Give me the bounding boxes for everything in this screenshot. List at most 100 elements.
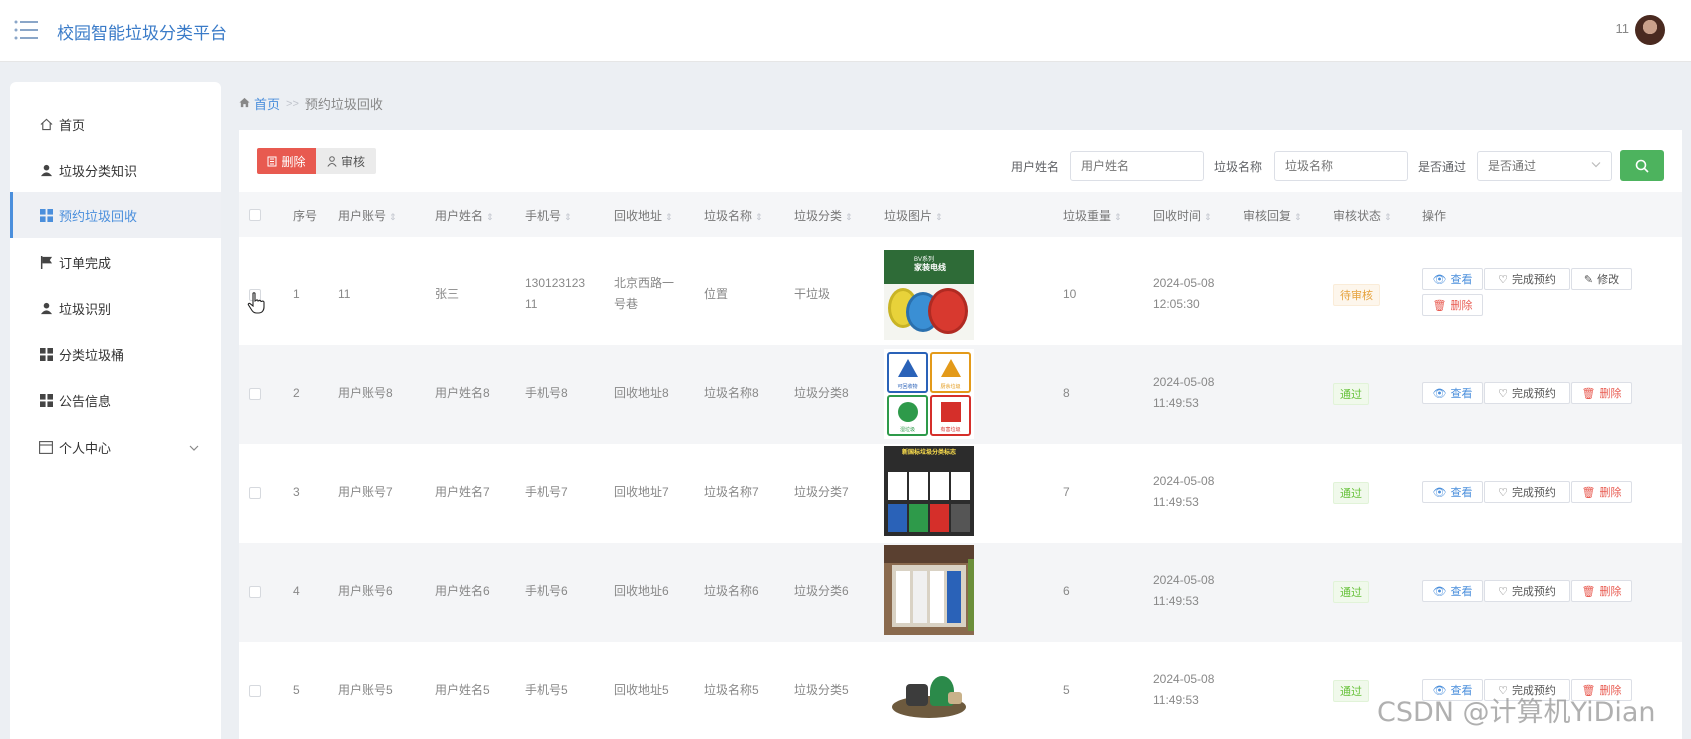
cell-address: 北京西路一 bbox=[614, 276, 675, 290]
home-icon bbox=[239, 96, 250, 111]
view-button[interactable]: 👁 查看 bbox=[1422, 268, 1483, 290]
cell-time: 11:49:53 bbox=[1153, 594, 1199, 608]
cell-weight: 8 bbox=[1063, 386, 1070, 400]
col-header-garbage-name[interactable]: 垃圾名称 ⇕ bbox=[704, 207, 763, 224]
cell-weight: 6 bbox=[1063, 584, 1070, 598]
filter-username-label: 用户姓名 bbox=[1011, 160, 1060, 174]
complete-booking-button[interactable]: ♡ 完成预约 bbox=[1484, 481, 1570, 503]
row-checkbox[interactable] bbox=[249, 586, 261, 598]
view-button[interactable]: 👁 查看 bbox=[1422, 382, 1483, 404]
garbage-image-four-bins[interactable]: 可回收物 厨余垃圾 湿垃圾 有害垃圾 bbox=[884, 349, 974, 439]
sidebar-item-home[interactable]: 首页 bbox=[10, 101, 221, 147]
sidebar-item-recognition[interactable]: 垃圾识别 bbox=[10, 285, 221, 331]
sidebar-item-announcements[interactable]: 公告信息 bbox=[10, 377, 221, 423]
cell-date: 2024-05-08 bbox=[1153, 672, 1215, 686]
col-header-garbage-image[interactable]: 垃圾图片 ⇕ bbox=[884, 207, 943, 224]
col-header-account[interactable]: 用户账号 ⇕ bbox=[338, 207, 397, 224]
cell-date: 2024-05-08 bbox=[1153, 276, 1215, 290]
view-button[interactable]: 👁 查看 bbox=[1422, 580, 1483, 602]
garbage-image-wires[interactable]: BV系列 家装电线 bbox=[884, 250, 974, 340]
watermark: CSDN @计算机YiDian bbox=[1377, 697, 1656, 728]
trash-icon: 🗑 bbox=[1581, 486, 1596, 499]
batch-delete-button[interactable]: 删除 bbox=[257, 148, 316, 174]
breadcrumb-home-link[interactable]: 首页 bbox=[254, 94, 280, 113]
sidebar-item-orders[interactable]: 订单完成 bbox=[10, 239, 221, 285]
header-username[interactable]: 11 bbox=[1616, 21, 1630, 36]
trash-icon: 🗑 bbox=[1581, 585, 1596, 598]
delete-button[interactable]: 🗑 删除 bbox=[1571, 481, 1632, 503]
audit-button[interactable]: 审核 bbox=[316, 148, 376, 174]
cell-weight: 5 bbox=[1063, 683, 1070, 697]
cell-date: 2024-05-08 bbox=[1153, 474, 1215, 488]
chevron-down-icon bbox=[189, 440, 199, 455]
col-header-no: 序号 bbox=[293, 209, 318, 223]
view-button[interactable]: 👁 查看 bbox=[1422, 481, 1483, 503]
col-header-time[interactable]: 回收时间 ⇕ bbox=[1153, 207, 1212, 224]
cell-address-cont: 号巷 bbox=[614, 297, 639, 311]
chevron-down-icon bbox=[1591, 160, 1601, 171]
col-header-garbage-type[interactable]: 垃圾分类 ⇕ bbox=[794, 207, 853, 224]
sidebar-item-knowledge[interactable]: 垃圾分类知识 bbox=[10, 147, 221, 193]
audit-label: 审核 bbox=[340, 154, 365, 169]
sidebar-item-label: 分类垃圾桶 bbox=[59, 347, 125, 363]
sidebar-item-profile[interactable]: 个人中心 bbox=[10, 424, 221, 470]
grid-icon bbox=[39, 347, 53, 361]
garbage-image-sorting-chart[interactable]: 新国标垃圾分类标志 bbox=[884, 446, 974, 536]
row-checkbox[interactable] bbox=[249, 487, 261, 499]
complete-booking-button[interactable]: ♡ 完成预约 bbox=[1484, 382, 1570, 404]
cell-garbage-type: 干垃圾 bbox=[794, 287, 831, 301]
garbage-image-bin-station[interactable] bbox=[884, 545, 974, 635]
heart-icon: ♡ bbox=[1498, 273, 1508, 286]
col-header-reply[interactable]: 审核回复 ⇕ bbox=[1243, 207, 1302, 224]
filter-garbage-input[interactable] bbox=[1274, 151, 1408, 181]
cell-account: 用户账号5 bbox=[338, 683, 393, 697]
heart-icon: ♡ bbox=[1498, 585, 1508, 598]
heart-icon: ♡ bbox=[1498, 387, 1508, 400]
row-checkbox[interactable] bbox=[249, 685, 261, 697]
home-icon bbox=[39, 117, 53, 131]
cell-garbage-name: 垃圾名称5 bbox=[704, 683, 759, 697]
cell-name: 用户姓名7 bbox=[435, 485, 490, 499]
garbage-image-trash-pile[interactable] bbox=[884, 644, 974, 734]
cell-name: 用户姓名6 bbox=[435, 584, 490, 598]
sidebar-item-bins[interactable]: 分类垃圾桶 bbox=[10, 331, 221, 377]
row-checkbox[interactable] bbox=[249, 388, 261, 400]
eye-icon: 👁 bbox=[1432, 486, 1447, 499]
cell-phone: 手机号5 bbox=[525, 683, 568, 697]
filter-username-input[interactable] bbox=[1070, 151, 1204, 181]
cell-date: 2024-05-08 bbox=[1153, 375, 1215, 389]
cell-address: 回收地址8 bbox=[614, 386, 669, 400]
cell-phone: 手机号7 bbox=[525, 485, 568, 499]
col-header-name[interactable]: 用户姓名 ⇕ bbox=[435, 207, 494, 224]
cell-account: 11 bbox=[338, 287, 351, 301]
sidebar-item-recycle-booking[interactable]: 预约垃圾回收 bbox=[10, 192, 221, 238]
delete-button[interactable]: 🗑 删除 bbox=[1571, 580, 1632, 602]
cell-garbage-type: 垃圾分类7 bbox=[794, 485, 849, 499]
sidebar-item-label: 预约垃圾回收 bbox=[59, 208, 138, 224]
sidebar-item-label: 首页 bbox=[59, 117, 86, 133]
avatar[interactable] bbox=[1635, 15, 1665, 45]
cell-no: 1 bbox=[293, 287, 300, 301]
col-header-status[interactable]: 审核状态 ⇕ bbox=[1333, 207, 1392, 224]
complete-booking-button[interactable]: ♡ 完成预约 bbox=[1484, 268, 1570, 290]
sidebar: 首页 垃圾分类知识 预约垃圾回收 订单完成 垃圾识别 分类垃圾桶 公告信息 个人… bbox=[10, 82, 221, 739]
edit-button[interactable]: ✎ 修改 bbox=[1571, 268, 1632, 290]
select-all-checkbox[interactable] bbox=[249, 209, 261, 221]
complete-booking-button[interactable]: ♡ 完成预约 bbox=[1484, 580, 1570, 602]
cell-garbage-type: 垃圾分类8 bbox=[794, 386, 849, 400]
cell-garbage-name: 垃圾名称7 bbox=[704, 485, 759, 499]
delete-button[interactable]: 🗑 删除 bbox=[1571, 382, 1632, 404]
search-button[interactable] bbox=[1620, 150, 1664, 181]
delete-button[interactable]: 🗑 删除 bbox=[1422, 294, 1483, 316]
col-header-phone[interactable]: 手机号 ⇕ bbox=[525, 207, 572, 224]
menu-toggle-icon[interactable] bbox=[14, 18, 38, 42]
filter-passed-label: 是否通过 bbox=[1418, 160, 1467, 174]
status-badge: 通过 bbox=[1333, 680, 1369, 702]
cell-garbage-type: 垃圾分类5 bbox=[794, 683, 849, 697]
table-header: 序号 用户账号 ⇕ 用户姓名 ⇕ 手机号 ⇕ 回收地址 ⇕ 垃圾名称 ⇕ 垃圾分类 ⇕ 垃圾… bbox=[239, 192, 1682, 237]
status-badge: 通过 bbox=[1333, 581, 1369, 603]
col-header-weight[interactable]: 垃圾重量 ⇕ bbox=[1063, 207, 1122, 224]
table-row: 4 用户账号6 用户姓名6 手机号6 回收地址6 垃圾名称6 垃圾分类6 6 2… bbox=[239, 543, 1682, 642]
col-header-address[interactable]: 回收地址 ⇕ bbox=[614, 207, 673, 224]
sidebar-item-label: 个人中心 bbox=[59, 440, 112, 456]
